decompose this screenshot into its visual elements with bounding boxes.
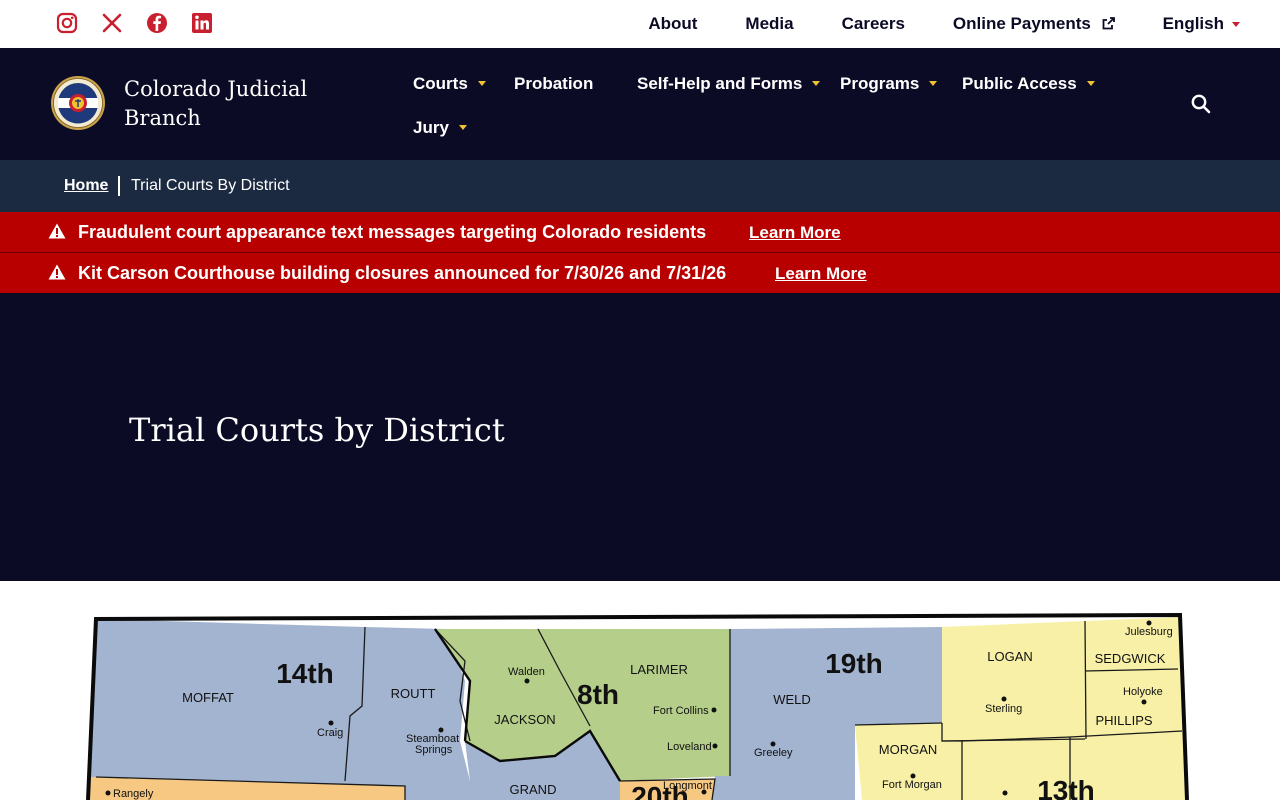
- facebook-icon[interactable]: [146, 12, 168, 34]
- district-map[interactable]: 14th 8th 19th 13th 20th MOFFAT ROUTT JAC…: [0, 581, 1280, 800]
- x-icon[interactable]: [101, 12, 123, 34]
- nav-probation[interactable]: Probation: [514, 74, 593, 94]
- careers-link[interactable]: Careers: [842, 14, 905, 34]
- city-label: Rangely: [113, 788, 154, 800]
- city-label: Julesburg: [1125, 626, 1173, 638]
- site-title[interactable]: Colorado Judicial Branch: [124, 75, 307, 133]
- media-link-label: Media: [745, 14, 794, 33]
- county-label: LARIMER: [630, 662, 688, 677]
- region-14th-district[interactable]: [88, 619, 470, 800]
- main-header: Colorado Judicial Branch Courts Probatio…: [0, 48, 1280, 160]
- alert-banner-fraud: Fraudulent court appearance text message…: [0, 212, 1280, 252]
- alert-message: Kit Carson Courthouse building closures …: [78, 263, 727, 283]
- external-link-icon: [1102, 17, 1115, 30]
- breadcrumb-home-link[interactable]: Home: [64, 177, 108, 195]
- county-label: MORGAN: [879, 742, 938, 757]
- site-title-line-1: Colorado Judicial: [124, 77, 308, 101]
- city-label: Longmont: [663, 780, 712, 792]
- nav-jury[interactable]: Jury: [413, 118, 467, 138]
- nav-probation-label: Probation: [514, 74, 594, 93]
- county-label: SEDGWICK: [1095, 651, 1166, 666]
- county-label: WELD: [773, 692, 811, 707]
- breadcrumb-current: Trial Courts By District: [131, 177, 290, 194]
- page-title: Trial Courts by District: [129, 411, 505, 449]
- alert-learn-more-link[interactable]: Learn More: [775, 264, 867, 284]
- district-label: 8th: [577, 679, 619, 710]
- social-links: [56, 12, 213, 34]
- city-label: Greeley: [754, 747, 793, 759]
- district-label: 13th: [1037, 775, 1095, 800]
- media-link[interactable]: Media: [745, 14, 793, 34]
- city-label: Fort Collins: [653, 705, 709, 717]
- language-select[interactable]: English: [1163, 14, 1240, 34]
- city-label: Springs: [415, 744, 453, 756]
- search-icon[interactable]: [1190, 93, 1212, 115]
- county-label: ROUTT: [391, 686, 436, 701]
- county-label: LOGAN: [987, 649, 1033, 664]
- alert-banner-closure: Kit Carson Courthouse building closures …: [0, 253, 1280, 293]
- city-label: Sterling: [985, 703, 1022, 715]
- chevron-down-icon: [1232, 22, 1240, 28]
- page-hero: Trial Courts by District: [0, 293, 1280, 581]
- online-payments-link[interactable]: Online Payments: [953, 14, 1115, 34]
- nav-courts-label: Courts: [413, 74, 468, 93]
- online-payments-label: Online Payments: [952, 14, 1091, 33]
- about-link[interactable]: About: [648, 14, 697, 34]
- county-label: MOFFAT: [182, 690, 234, 705]
- nav-programs[interactable]: Programs: [840, 74, 938, 94]
- utility-bar: About Media Careers Online Payments Engl…: [0, 0, 1280, 48]
- linkedin-icon[interactable]: [191, 12, 213, 34]
- city-label: Holyoke: [1123, 686, 1163, 698]
- about-link-label: About: [648, 14, 698, 33]
- utility-links: About Media Careers Online Payments Engl…: [648, 14, 1240, 34]
- breadcrumb: Home Trial Courts By District: [0, 160, 1280, 212]
- chevron-down-icon: [477, 81, 486, 86]
- county-label: GRAND: [510, 782, 557, 797]
- nav-jury-label: Jury: [413, 118, 449, 137]
- city-label: Fort Morgan: [882, 779, 942, 791]
- city-label: Loveland: [667, 741, 712, 753]
- instagram-icon[interactable]: [56, 12, 78, 34]
- careers-link-label: Careers: [841, 14, 905, 33]
- nav-programs-label: Programs: [840, 74, 920, 93]
- site-title-line-2: Branch: [124, 106, 201, 130]
- chevron-down-icon: [812, 81, 821, 86]
- nav-self-help-and-forms[interactable]: Self-Help and Forms: [637, 74, 821, 94]
- alert-learn-more-link[interactable]: Learn More: [749, 223, 841, 243]
- language-label: English: [1162, 14, 1224, 33]
- chevron-down-icon: [1086, 81, 1095, 86]
- chevron-down-icon: [458, 125, 467, 130]
- chevron-down-icon: [929, 81, 938, 86]
- nav-courts[interactable]: Courts: [413, 74, 486, 94]
- county-label: JACKSON: [494, 712, 555, 727]
- district-label: 19th: [825, 648, 883, 679]
- nav-public-access-label: Public Access: [962, 74, 1077, 93]
- city-label: Craig: [317, 727, 343, 739]
- nav-public-access[interactable]: Public Access: [962, 74, 1095, 94]
- alert-message: Fraudulent court appearance text message…: [78, 222, 707, 242]
- warning-icon: [48, 264, 66, 280]
- nav-self-help-label: Self-Help and Forms: [637, 74, 803, 93]
- breadcrumb-separator: [118, 176, 120, 196]
- warning-icon: [48, 223, 66, 239]
- city-label: Walden: [508, 666, 545, 678]
- county-label: PHILLIPS: [1095, 713, 1152, 728]
- district-label: 14th: [276, 658, 334, 689]
- colorado-courts-seal-logo[interactable]: [50, 75, 106, 131]
